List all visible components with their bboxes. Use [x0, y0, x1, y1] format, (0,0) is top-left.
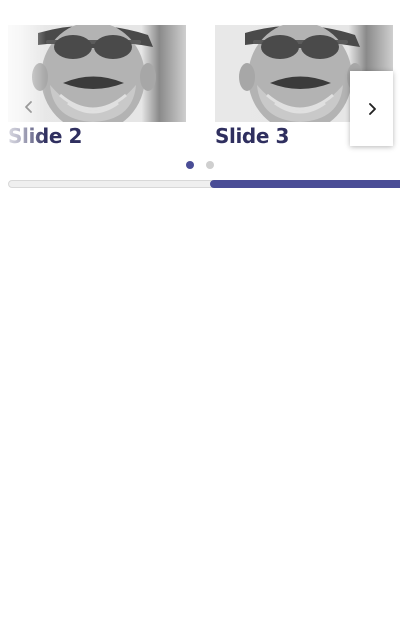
carousel-progress-fill — [210, 180, 400, 188]
carousel: Slide 2 — [0, 0, 400, 200]
chevron-right-icon — [368, 102, 376, 115]
pagination-dot-active[interactable] — [186, 161, 194, 169]
chevron-left-icon — [25, 101, 32, 113]
pagination-dot[interactable] — [206, 161, 214, 169]
carousel-next-button[interactable] — [350, 71, 393, 146]
slide-caption: Slide 3 — [215, 124, 290, 148]
carousel-prev-button[interactable] — [19, 96, 39, 118]
carousel-edge-fade — [0, 25, 46, 150]
